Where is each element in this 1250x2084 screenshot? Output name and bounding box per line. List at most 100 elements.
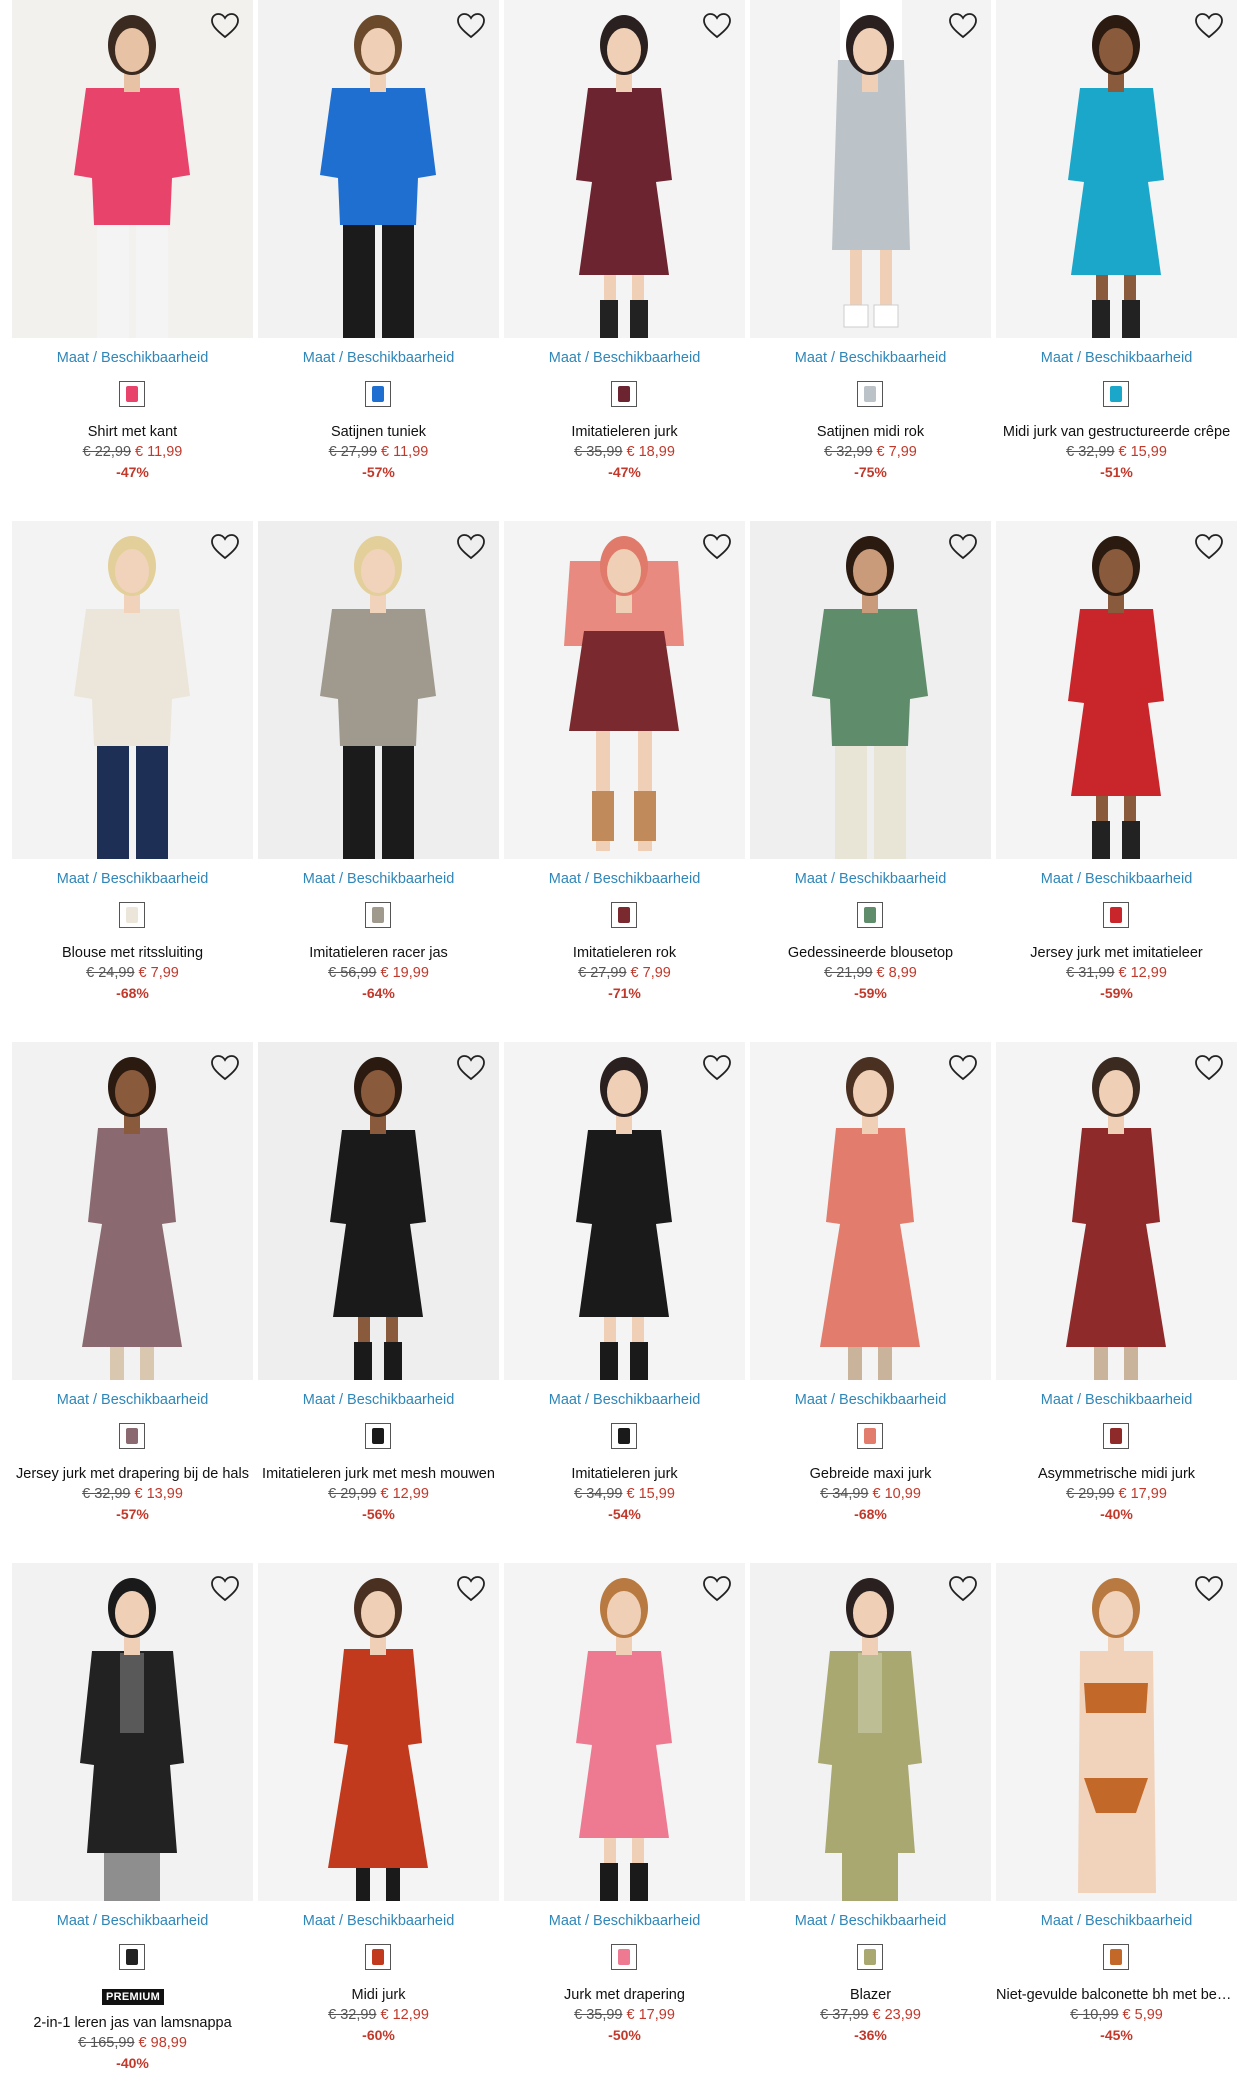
product-name[interactable]: Shirt met kant (12, 424, 253, 440)
product-name[interactable]: Satijnen midi rok (750, 424, 991, 440)
size-availability-link[interactable]: Maat / Beschikbaarheid (12, 1913, 253, 1929)
product-image[interactable] (504, 1563, 745, 1901)
wishlist-heart-icon[interactable] (455, 10, 487, 42)
product-name[interactable]: Satijnen tuniek (258, 424, 499, 440)
color-swatch[interactable] (365, 1423, 391, 1449)
color-swatch[interactable] (1103, 902, 1129, 928)
product-card[interactable]: Maat / Beschikbaarheid PREMIUM 2-in-1 le… (12, 1563, 253, 2084)
product-name[interactable]: Niet-gevulde balconette bh met bedrukt (996, 1987, 1237, 2003)
product-image[interactable] (504, 0, 745, 338)
product-image[interactable] (750, 1042, 991, 1380)
color-swatch[interactable] (119, 1944, 145, 1970)
product-name[interactable]: Imitatieleren racer jas (258, 945, 499, 961)
color-swatch[interactable] (365, 902, 391, 928)
product-image[interactable] (258, 521, 499, 859)
product-name[interactable]: Imitatieleren jurk met mesh mouwen (258, 1466, 499, 1482)
size-availability-link[interactable]: Maat / Beschikbaarheid (12, 1392, 253, 1408)
size-availability-link[interactable]: Maat / Beschikbaarheid (996, 1913, 1237, 1929)
size-availability-link[interactable]: Maat / Beschikbaarheid (750, 871, 991, 887)
color-swatch[interactable] (119, 1423, 145, 1449)
size-availability-link[interactable]: Maat / Beschikbaarheid (12, 350, 253, 366)
color-swatch[interactable] (611, 1944, 637, 1970)
color-swatch[interactable] (365, 1944, 391, 1970)
wishlist-heart-icon[interactable] (701, 1573, 733, 1605)
product-name[interactable]: Blazer (750, 1987, 991, 2003)
product-card[interactable]: Maat / Beschikbaarheid Midi jurk van ges… (996, 0, 1237, 521)
color-swatch[interactable] (857, 381, 883, 407)
product-card[interactable]: Maat / Beschikbaarheid Satijnen midi rok… (750, 0, 991, 521)
product-name[interactable]: Blouse met ritssluiting (12, 945, 253, 961)
wishlist-heart-icon[interactable] (947, 10, 979, 42)
product-card[interactable]: Maat / Beschikbaarheid Shirt met kant € … (12, 0, 253, 521)
color-swatch[interactable] (611, 381, 637, 407)
color-swatch[interactable] (611, 902, 637, 928)
size-availability-link[interactable]: Maat / Beschikbaarheid (258, 1913, 499, 1929)
wishlist-heart-icon[interactable] (1193, 1573, 1225, 1605)
product-card[interactable]: Maat / Beschikbaarheid Imitatieleren jur… (504, 1042, 745, 1563)
color-swatch[interactable] (119, 902, 145, 928)
product-name[interactable]: Gebreide maxi jurk (750, 1466, 991, 1482)
color-swatch[interactable] (1103, 1423, 1129, 1449)
wishlist-heart-icon[interactable] (209, 1052, 241, 1084)
product-card[interactable]: Maat / Beschikbaarheid Blazer € 37,99 € 2… (750, 1563, 991, 2084)
size-availability-link[interactable]: Maat / Beschikbaarheid (996, 1392, 1237, 1408)
size-availability-link[interactable]: Maat / Beschikbaarheid (996, 350, 1237, 366)
product-image[interactable] (996, 1563, 1237, 1901)
product-card[interactable]: Maat / Beschikbaarheid Asymmetrische mid… (996, 1042, 1237, 1563)
size-availability-link[interactable]: Maat / Beschikbaarheid (504, 1913, 745, 1929)
size-availability-link[interactable]: Maat / Beschikbaarheid (258, 350, 499, 366)
product-image[interactable] (504, 521, 745, 859)
product-card[interactable]: Maat / Beschikbaarheid Gebreide maxi jur… (750, 1042, 991, 1563)
product-image[interactable] (12, 521, 253, 859)
product-card[interactable]: Maat / Beschikbaarheid Imitatieleren rac… (258, 521, 499, 1042)
wishlist-heart-icon[interactable] (701, 531, 733, 563)
product-card[interactable]: Maat / Beschikbaarheid Midi jurk € 32,99… (258, 1563, 499, 2084)
wishlist-heart-icon[interactable] (947, 1573, 979, 1605)
color-swatch[interactable] (857, 902, 883, 928)
product-image[interactable] (750, 1563, 991, 1901)
product-image[interactable] (258, 0, 499, 338)
size-availability-link[interactable]: Maat / Beschikbaarheid (504, 871, 745, 887)
wishlist-heart-icon[interactable] (947, 531, 979, 563)
color-swatch[interactable] (857, 1944, 883, 1970)
size-availability-link[interactable]: Maat / Beschikbaarheid (12, 871, 253, 887)
wishlist-heart-icon[interactable] (209, 531, 241, 563)
color-swatch[interactable] (365, 381, 391, 407)
wishlist-heart-icon[interactable] (209, 1573, 241, 1605)
product-name[interactable]: Gedessineerde blousetop (750, 945, 991, 961)
product-card[interactable]: Maat / Beschikbaarheid Blouse met ritssl… (12, 521, 253, 1042)
size-availability-link[interactable]: Maat / Beschikbaarheid (750, 1913, 991, 1929)
product-name[interactable]: Jersey jurk met imitatieleer (996, 945, 1237, 961)
product-image[interactable] (12, 1042, 253, 1380)
wishlist-heart-icon[interactable] (947, 1052, 979, 1084)
product-name[interactable]: Imitatieleren rok (504, 945, 745, 961)
wishlist-heart-icon[interactable] (209, 10, 241, 42)
color-swatch[interactable] (857, 1423, 883, 1449)
size-availability-link[interactable]: Maat / Beschikbaarheid (996, 871, 1237, 887)
product-name[interactable]: 2-in-1 leren jas van lamsnappa (12, 2015, 253, 2031)
product-image[interactable] (996, 0, 1237, 338)
color-swatch[interactable] (1103, 381, 1129, 407)
product-image[interactable] (750, 0, 991, 338)
product-name[interactable]: Jurk met drapering (504, 1987, 745, 2003)
wishlist-heart-icon[interactable] (701, 1052, 733, 1084)
wishlist-heart-icon[interactable] (1193, 1052, 1225, 1084)
product-name[interactable]: Jersey jurk met drapering bij de hals (12, 1466, 253, 1482)
color-swatch[interactable] (119, 381, 145, 407)
product-name[interactable]: Asymmetrische midi jurk (996, 1466, 1237, 1482)
product-image[interactable] (258, 1563, 499, 1901)
product-card[interactable]: Maat / Beschikbaarheid Gedessineerde blo… (750, 521, 991, 1042)
product-image[interactable] (996, 521, 1237, 859)
product-card[interactable]: Maat / Beschikbaarheid Imitatieleren rok… (504, 521, 745, 1042)
product-card[interactable]: Maat / Beschikbaarheid Imitatieleren jur… (258, 1042, 499, 1563)
product-card[interactable]: Maat / Beschikbaarheid Niet-gevulde balc… (996, 1563, 1237, 2084)
product-image[interactable] (258, 1042, 499, 1380)
product-image[interactable] (12, 1563, 253, 1901)
product-name[interactable]: Imitatieleren jurk (504, 424, 745, 440)
product-card[interactable]: Maat / Beschikbaarheid Jersey jurk met d… (12, 1042, 253, 1563)
product-image[interactable] (996, 1042, 1237, 1380)
product-card[interactable]: Maat / Beschikbaarheid Jersey jurk met i… (996, 521, 1237, 1042)
wishlist-heart-icon[interactable] (455, 1052, 487, 1084)
product-card[interactable]: Maat / Beschikbaarheid Satijnen tuniek €… (258, 0, 499, 521)
product-name[interactable]: Midi jurk van gestructureerde crêpe (996, 424, 1237, 440)
